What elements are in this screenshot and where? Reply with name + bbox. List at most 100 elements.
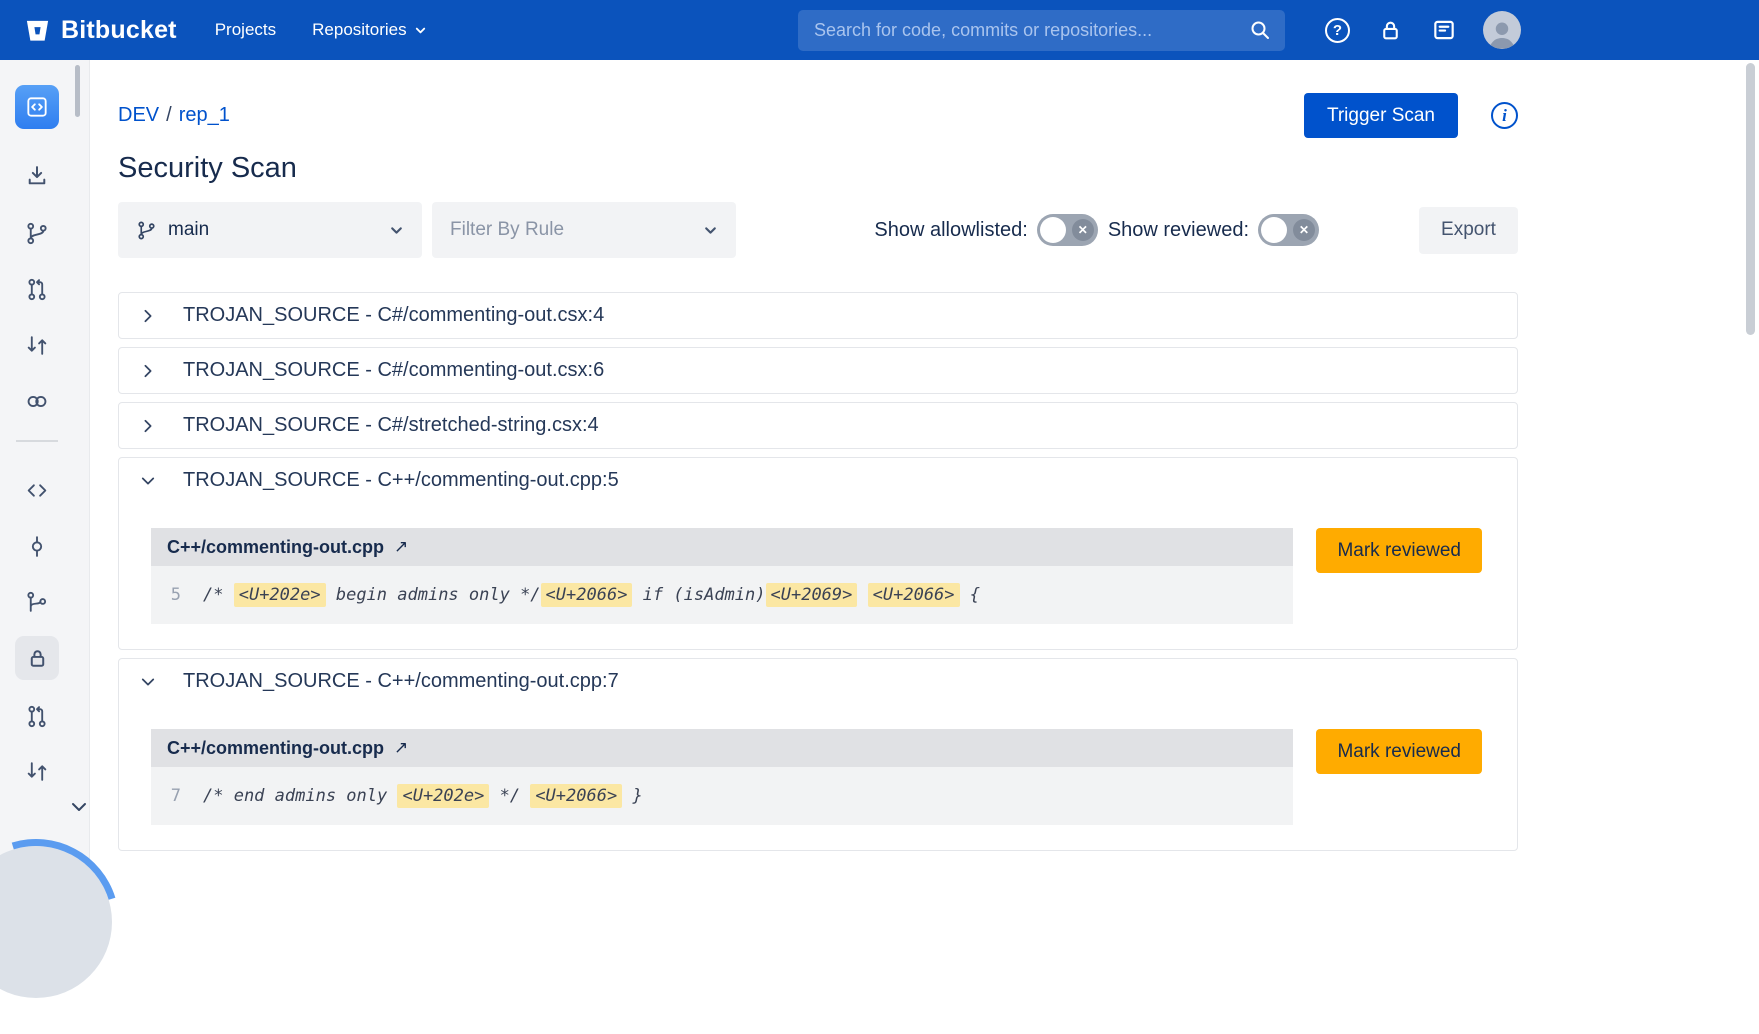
code-line: 5 /* <U+202e> begin admins only */<U+206… xyxy=(163,581,1293,609)
sidebar-item-compare[interactable] xyxy=(25,333,50,363)
nav-item-repositories[interactable]: Repositories xyxy=(312,20,427,40)
code-icon xyxy=(25,478,50,503)
code-line: 7 /* end admins only <U+202e> */ <U+2066… xyxy=(163,782,1293,810)
finding-body: C++/commenting-out.cpp ↗ 7 /* end admins… xyxy=(119,704,1517,850)
export-button[interactable]: Export xyxy=(1419,207,1518,254)
unicode-highlight: <U+2066> xyxy=(868,583,960,607)
finding-title: TROJAN_SOURCE - C++/commenting-out.cpp:7 xyxy=(183,670,619,693)
chevron-right-icon xyxy=(141,419,155,433)
unicode-highlight: <U+2066> xyxy=(530,784,622,808)
sidebar-item-forks[interactable] xyxy=(25,389,50,419)
code-text: /* xyxy=(203,585,234,605)
sidebar-item-branch[interactable] xyxy=(25,221,50,251)
search-input[interactable] xyxy=(798,10,1285,51)
code-text: { xyxy=(960,585,980,605)
sidebar-item-source[interactable] xyxy=(25,478,50,508)
mark-reviewed-button[interactable]: Mark reviewed xyxy=(1316,729,1482,774)
finding-title: TROJAN_SOURCE - C#/stretched-string.csx:… xyxy=(183,414,599,437)
sidebar-scrollbar[interactable] xyxy=(75,65,80,117)
findings-list: TROJAN_SOURCE - C#/commenting-out.csx:4 … xyxy=(118,292,1518,851)
info-icon[interactable]: i xyxy=(1491,102,1518,129)
finding-header[interactable]: TROJAN_SOURCE - C++/commenting-out.cpp:7 xyxy=(119,659,1517,704)
top-navbar: Bitbucket Projects Repositories ? xyxy=(0,0,1759,60)
show-allowlisted-toggle[interactable]: ✕ xyxy=(1037,214,1098,246)
breadcrumb-separator: / xyxy=(166,104,172,126)
page-title: Security Scan xyxy=(118,152,1518,185)
finding-body: C++/commenting-out.cpp ↗ 5 /* <U+202e> b… xyxy=(119,503,1517,649)
branch-icon xyxy=(25,221,50,246)
finding-header[interactable]: TROJAN_SOURCE - C#/commenting-out.csx:6 xyxy=(119,348,1517,393)
compare-icon xyxy=(25,333,50,358)
line-number: 5 xyxy=(163,581,181,609)
nav-item-projects[interactable]: Projects xyxy=(215,20,276,40)
code-file-name: C++/commenting-out.cpp xyxy=(167,738,384,759)
breadcrumb-project-link[interactable]: DEV xyxy=(118,104,159,126)
finding-title: TROJAN_SOURCE - C#/commenting-out.csx:4 xyxy=(183,304,604,327)
finding-title: TROJAN_SOURCE - C#/commenting-out.csx:6 xyxy=(183,359,604,382)
person-icon xyxy=(1485,17,1519,49)
global-search xyxy=(798,10,1285,51)
finding-header[interactable]: TROJAN_SOURCE - C#/stretched-string.csx:… xyxy=(119,403,1517,448)
chevron-down-icon xyxy=(389,223,404,238)
chevron-down-icon xyxy=(703,223,718,238)
page-header: DEV / rep_1 Trigger Scan i xyxy=(118,93,1518,138)
code-file-header[interactable]: C++/commenting-out.cpp ↗ xyxy=(151,729,1293,767)
trigger-scan-button[interactable]: Trigger Scan xyxy=(1304,93,1458,138)
code-text: /* end admins only xyxy=(203,786,397,806)
vertical-scrollbar[interactable] xyxy=(1746,63,1755,335)
avatar[interactable] xyxy=(1483,11,1521,49)
search-icon[interactable] xyxy=(1248,18,1272,42)
scroll-down-icon[interactable] xyxy=(70,800,88,819)
show-reviewed-label: Show reviewed: xyxy=(1108,219,1249,242)
finding-header[interactable]: TROJAN_SOURCE - C#/commenting-out.csx:4 xyxy=(119,293,1517,338)
code-text: begin admins only */ xyxy=(326,585,541,605)
toggle-knob xyxy=(1040,217,1066,243)
inbox-icon[interactable] xyxy=(1431,17,1457,43)
sidebar-item-clone[interactable] xyxy=(25,163,50,193)
help-icon[interactable]: ? xyxy=(1325,18,1350,43)
chevron-down-icon xyxy=(141,675,155,689)
sidebar-item-branches[interactable] xyxy=(25,590,50,620)
finding-panel: TROJAN_SOURCE - C#/commenting-out.csx:4 xyxy=(118,292,1518,339)
decorative-corner-circle xyxy=(0,846,112,998)
chevron-down-icon xyxy=(141,474,155,488)
finding-panel: TROJAN_SOURCE - C++/commenting-out.cpp:5… xyxy=(118,457,1518,650)
rule-filter-selector[interactable]: Filter By Rule xyxy=(432,202,736,258)
sidebar-item-create-pull-request[interactable] xyxy=(25,704,50,734)
bitbucket-logo[interactable]: Bitbucket xyxy=(24,16,177,45)
line-number: 7 xyxy=(163,782,181,810)
branch-selector[interactable]: main xyxy=(118,202,422,258)
breadcrumb-repo-link[interactable]: rep_1 xyxy=(179,104,230,126)
unicode-highlight: <U+2066> xyxy=(541,583,633,607)
branch-icon xyxy=(136,220,157,241)
code-block: C++/commenting-out.cpp ↗ 5 /* <U+202e> b… xyxy=(151,528,1293,624)
breadcrumb: DEV / rep_1 xyxy=(118,104,230,127)
external-link-icon[interactable]: ↗ xyxy=(394,738,408,758)
sidebar-divider xyxy=(16,440,58,442)
code-content: /* end admins only <U+202e> */ <U+2066> … xyxy=(203,782,643,810)
lock-icon[interactable] xyxy=(1378,18,1403,43)
sidebar-item-commits[interactable] xyxy=(25,534,50,564)
code-text: } xyxy=(622,786,642,806)
pull-request-icon xyxy=(25,704,50,729)
code-text: if (isAdmin) xyxy=(632,585,765,605)
show-reviewed-toggle[interactable]: ✕ xyxy=(1258,214,1319,246)
toggle-off-icon: ✕ xyxy=(1072,219,1094,241)
sidebar-item-pull-requests[interactable] xyxy=(25,277,50,307)
code-file-name: C++/commenting-out.cpp xyxy=(167,537,384,558)
sidebar-item-compare-commits[interactable] xyxy=(25,759,50,789)
sidebar-item-repository[interactable] xyxy=(15,85,59,129)
clone-download-icon xyxy=(25,163,50,188)
mark-reviewed-button[interactable]: Mark reviewed xyxy=(1316,528,1482,573)
rule-filter-placeholder: Filter By Rule xyxy=(450,219,564,241)
unicode-highlight: <U+2069> xyxy=(766,583,858,607)
help-glyph: ? xyxy=(1333,22,1342,39)
sidebar-item-security-scan[interactable] xyxy=(15,636,59,680)
finding-header[interactable]: TROJAN_SOURCE - C++/commenting-out.cpp:5 xyxy=(119,458,1517,503)
filter-controls: main Filter By Rule Show allowlisted: ✕ … xyxy=(118,202,1518,258)
bitbucket-bucket-icon xyxy=(24,17,51,44)
external-link-icon[interactable]: ↗ xyxy=(394,537,408,557)
finding-panel: TROJAN_SOURCE - C#/commenting-out.csx:6 xyxy=(118,347,1518,394)
brand-name: Bitbucket xyxy=(61,16,177,45)
code-file-header[interactable]: C++/commenting-out.cpp ↗ xyxy=(151,528,1293,566)
